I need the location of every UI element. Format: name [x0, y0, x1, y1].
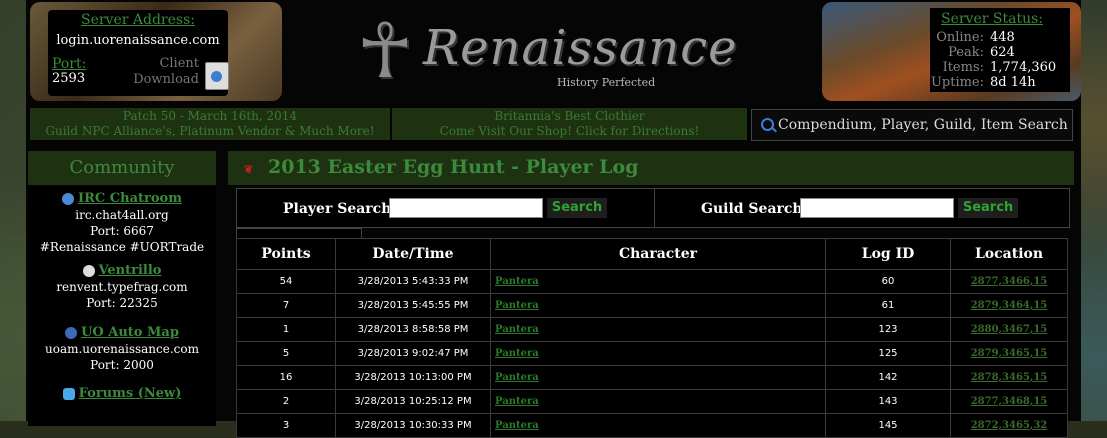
tagline: History Perfected — [557, 76, 656, 89]
sidebar-title: Community — [28, 151, 216, 185]
map-icon — [65, 326, 78, 339]
location-link[interactable]: 2872,3465,32 — [971, 420, 1048, 431]
col-location[interactable]: Location — [950, 238, 1068, 270]
table-row: 1 3/28/2013 8:58:58 PM Pantera 123 2880,… — [236, 317, 1068, 342]
irc-link[interactable]: IRC Chatroom — [78, 191, 182, 206]
patch-notes-link[interactable]: Patch 50 - March 16th, 2014 Guild NPC Al… — [30, 108, 390, 140]
table-row: 54 3/28/2013 5:43:33 PM Pantera 60 2877,… — [236, 269, 1068, 294]
server-address-panel: Server Address: login.uorenaissance.com … — [30, 2, 282, 101]
table-row: 16 3/28/2013 10:13:00 PM Pantera 142 287… — [236, 365, 1068, 390]
table-row: 7 3/28/2013 5:45:55 PM Pantera 61 2879,3… — [236, 293, 1068, 318]
player-search-button[interactable]: Search — [547, 198, 607, 218]
chat-icon — [62, 192, 75, 205]
character-link[interactable]: Pantera — [495, 372, 539, 383]
main-header: ❦ 2013 Easter Egg Hunt - Player Log — [228, 151, 1074, 185]
guild-search-button[interactable]: Search — [958, 198, 1018, 218]
character-link[interactable]: Pantera — [495, 276, 539, 287]
location-link[interactable]: 2879,3465,15 — [971, 348, 1048, 359]
character-link[interactable]: Pantera — [495, 324, 539, 335]
server-address-label: Server Address: — [80, 12, 195, 28]
sidebar: IRC Chatroom irc.chat4all.org Port: 6667… — [28, 186, 216, 426]
compendium-search-label: Compendium, Player, Guild, Item Search — [778, 117, 1068, 133]
search-bar: Player Search: Search Guild Search: Sear… — [236, 188, 1070, 228]
col-logid[interactable]: Log ID — [825, 238, 951, 270]
player-log-table: Points Date/Time Character Log ID Locati… — [236, 238, 1068, 438]
shop-link[interactable]: Britannia's Best Clothier Come Visit Our… — [392, 108, 747, 140]
client-download-link[interactable]: Client Download — [124, 56, 199, 88]
server-address-box: Server Address: login.uorenaissance.com … — [48, 10, 229, 96]
client-download-icon[interactable] — [205, 62, 229, 90]
col-character[interactable]: Character — [490, 238, 826, 270]
logo-text: Renaissance — [423, 20, 738, 76]
character-link[interactable]: Pantera — [495, 348, 539, 359]
sidebar-ventrilo: Ventrillo renvent.typefrag.com Port: 223… — [56, 263, 188, 310]
compendium-search-button[interactable]: Compendium, Player, Guild, Item Search — [751, 109, 1073, 141]
location-link[interactable]: 2880,3467,15 — [971, 324, 1048, 335]
ventrilo-link[interactable]: Ventrillo — [99, 263, 162, 278]
sidebar-uoam: UO Auto Map uoam.uorenaissance.com Port:… — [45, 325, 199, 372]
sidebar-forums: Forums (New) — [28, 385, 216, 402]
location-link[interactable]: 2878,3465,15 — [971, 372, 1048, 383]
character-link[interactable]: Pantera — [495, 396, 539, 407]
player-search-label: Player Search: — [283, 201, 397, 217]
location-link[interactable]: 2877,3468,15 — [971, 396, 1048, 407]
forum-icon — [62, 387, 75, 400]
ankh-icon: ☥ — [356, 6, 414, 95]
search-icon — [761, 118, 774, 131]
easter-egg-icon: ❦ — [244, 163, 254, 176]
page-title: 2013 Easter Egg Hunt - Player Log — [268, 156, 639, 178]
site-logo[interactable]: ☥ Renaissance History Perfected — [345, 8, 765, 98]
server-status-panel: Server Status: Online: 448 Peak: 624 Ite… — [822, 2, 1081, 101]
table-row: 3 3/28/2013 10:30:33 PM Pantera 145 2872… — [236, 413, 1068, 438]
port-label: Port: — [52, 56, 87, 72]
character-link[interactable]: Pantera — [495, 300, 539, 311]
table-row: 2 3/28/2013 10:25:12 PM Pantera 143 2877… — [236, 389, 1068, 414]
server-status-label: Server Status: — [940, 11, 1043, 27]
forums-link[interactable]: Forums (New) — [79, 386, 182, 401]
col-points[interactable]: Points — [236, 238, 336, 270]
player-search-input[interactable] — [389, 198, 543, 218]
col-datetime[interactable]: Date/Time — [335, 238, 491, 270]
table-header-row: Points Date/Time Character Log ID Locati… — [236, 238, 1068, 270]
search-divider — [654, 189, 655, 227]
uoam-link[interactable]: UO Auto Map — [81, 325, 179, 340]
location-link[interactable]: 2877,3466,15 — [971, 276, 1048, 287]
port-value: 2593 — [52, 71, 86, 86]
character-link[interactable]: Pantera — [495, 420, 539, 431]
guild-search-label: Guild Search: — [701, 201, 808, 217]
location-link[interactable]: 2879,3464,15 — [971, 300, 1048, 311]
sidebar-irc: IRC Chatroom irc.chat4all.org Port: 6667… — [39, 191, 205, 254]
server-address: login.uorenaissance.com — [56, 33, 220, 48]
headset-icon — [82, 264, 95, 277]
server-status-box: Server Status: Online: 448 Peak: 624 Ite… — [930, 8, 1070, 92]
table-row: 5 3/28/2013 9:02:47 PM Pantera 125 2879,… — [236, 341, 1068, 366]
guild-search-input[interactable] — [800, 198, 954, 218]
